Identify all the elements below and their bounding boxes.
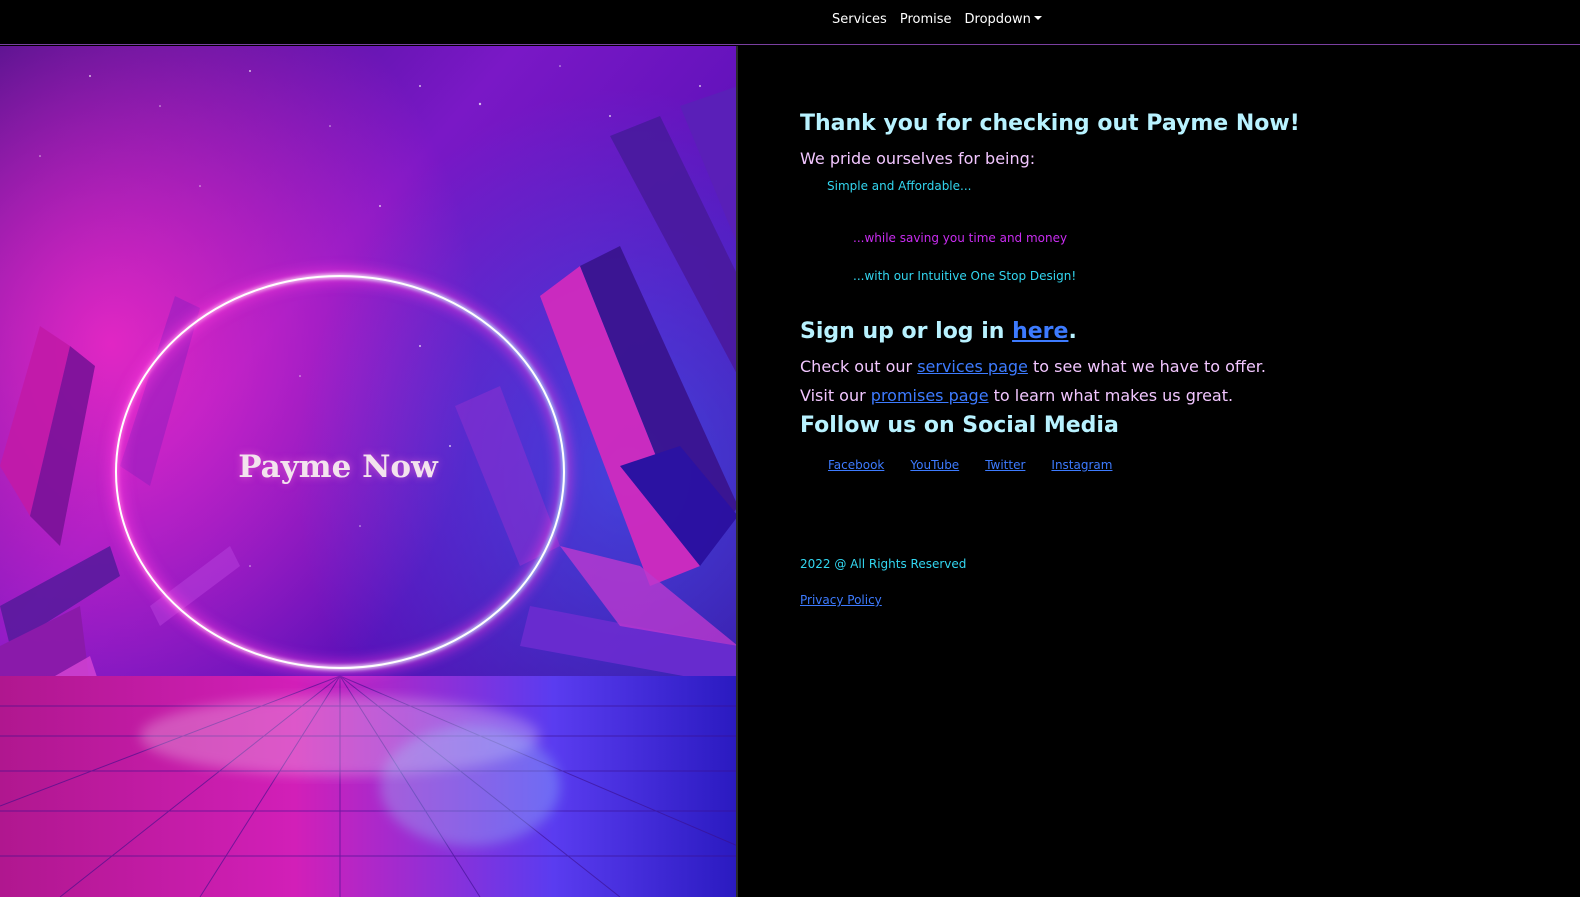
nav-item-services[interactable]: Services xyxy=(832,12,887,27)
signup-prefix: Sign up or log in xyxy=(800,319,1013,344)
page-heading: Thank you for checking out Payme Now! xyxy=(800,111,1300,136)
services-prefix: Check out our xyxy=(800,357,918,376)
twitter-link[interactable]: Twitter xyxy=(985,458,1025,472)
hero-title: Payme Now xyxy=(238,449,438,485)
instagram-link[interactable]: Instagram xyxy=(1051,458,1112,472)
hero-image: Payme Now xyxy=(0,46,738,897)
promises-prefix: Visit our xyxy=(800,386,871,405)
feature-simple: Simple and Affordable... xyxy=(827,179,972,193)
signup-heading: Sign up or log in here. xyxy=(800,319,1077,344)
signup-suffix: . xyxy=(1068,319,1077,344)
nav-item-dropdown[interactable]: Dropdown xyxy=(965,12,1042,27)
facebook-link[interactable]: Facebook xyxy=(828,458,884,472)
promises-line: Visit our promises page to learn what ma… xyxy=(800,386,1233,405)
social-links: Facebook YouTube Twitter Instagram xyxy=(828,458,1112,472)
services-line: Check out our services page to see what … xyxy=(800,357,1266,376)
privacy-policy-link[interactable]: Privacy Policy xyxy=(800,593,882,607)
feature-design: ...with our Intuitive One Stop Design! xyxy=(853,269,1077,283)
social-heading: Follow us on Social Media xyxy=(800,413,1119,438)
dropdown-label: Dropdown xyxy=(964,12,1031,27)
copyright-text: 2022 @ All Rights Reserved xyxy=(800,557,967,571)
nav-item-promise[interactable]: Promise xyxy=(900,12,952,27)
caret-down-icon xyxy=(1033,16,1042,20)
pride-text: We pride ourselves for being: xyxy=(800,149,1036,168)
youtube-link[interactable]: YouTube xyxy=(910,458,959,472)
nav-menu: Services Promise Dropdown xyxy=(832,12,1042,27)
promises-suffix: to learn what makes us great. xyxy=(988,386,1234,405)
promises-page-link[interactable]: promises page xyxy=(871,386,989,405)
services-suffix: to see what we have to offer. xyxy=(1027,357,1266,376)
services-page-link[interactable]: services page xyxy=(917,357,1028,376)
feature-saving: ...while saving you time and money xyxy=(853,231,1068,245)
signup-link[interactable]: here xyxy=(1012,319,1068,344)
top-navbar: Services Promise Dropdown xyxy=(0,0,1580,45)
